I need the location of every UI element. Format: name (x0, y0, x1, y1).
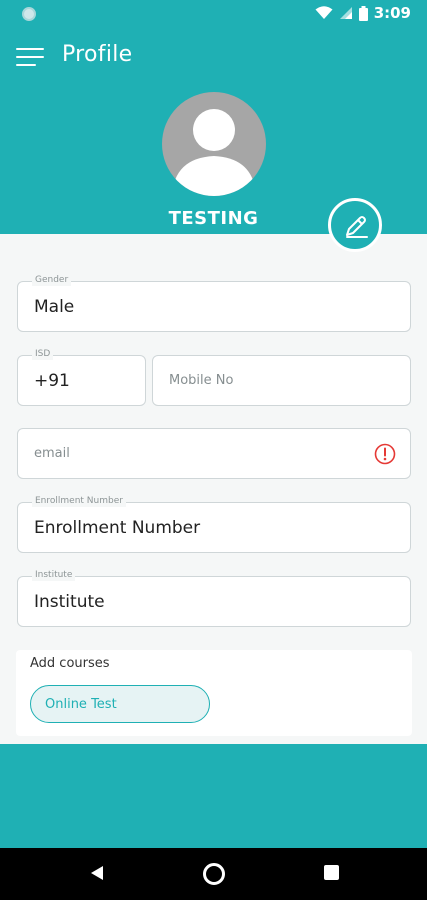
status-time: 3:09 (373, 4, 411, 22)
courses-card: Add courses Online Test (16, 650, 412, 736)
course-chip[interactable]: Online Test (30, 685, 210, 723)
gender-value: Male (34, 296, 75, 317)
app-bar: Profile (0, 28, 427, 88)
footer-background (0, 744, 427, 848)
enrollment-field[interactable]: Enrollment Number Enrollment Number (17, 496, 411, 553)
institute-field[interactable]: Institute Institute (17, 570, 411, 627)
email-field[interactable]: email (17, 428, 411, 479)
error-icon (374, 443, 396, 465)
status-icons: 3:09 (315, 4, 411, 22)
battery-icon (358, 5, 368, 21)
email-placeholder: email (34, 446, 70, 461)
gender-field[interactable]: Gender Male (17, 275, 411, 332)
mobile-field[interactable]: Mobile No (152, 355, 411, 406)
mobile-placeholder: Mobile No (169, 373, 234, 388)
user-placeholder-icon (172, 109, 256, 196)
status-bar: 3:09 (0, 0, 427, 28)
isd-value: +91 (34, 370, 70, 391)
menu-icon[interactable] (16, 46, 46, 70)
recents-icon[interactable] (324, 865, 339, 880)
edit-profile-button[interactable] (328, 198, 382, 252)
enrollment-value: Enrollment Number (34, 517, 201, 538)
wifi-icon (315, 6, 333, 19)
signal-icon (339, 7, 352, 19)
back-icon[interactable] (89, 865, 105, 881)
notification-dot-icon (22, 7, 36, 21)
courses-title: Add courses (30, 656, 110, 671)
edit-icon (346, 216, 368, 238)
system-nav-bar (0, 848, 427, 900)
institute-value: Institute (34, 591, 105, 612)
isd-field[interactable]: ISD +91 (17, 349, 146, 406)
page-title: Profile (62, 42, 133, 67)
home-icon[interactable] (203, 863, 225, 885)
avatar[interactable] (162, 92, 266, 196)
